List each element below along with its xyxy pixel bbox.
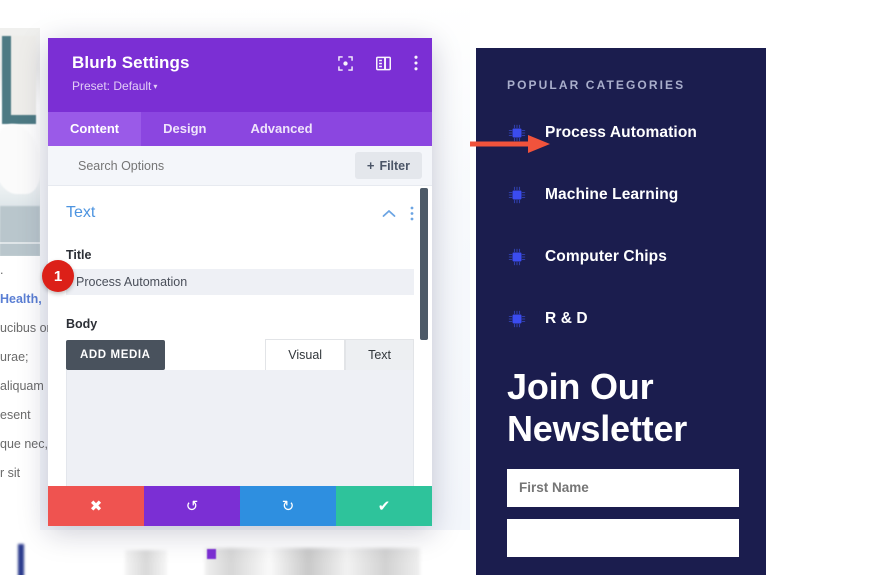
- modal-header: Blurb Settings Preset: Default ▾: [48, 38, 432, 112]
- popular-categories-sidebar: POPULAR CATEGORIES Process Automation Ma…: [476, 48, 766, 575]
- sidebar-item-label: Process Automation: [545, 124, 697, 141]
- modal-footer: ✖ ↺ ↻ ✔: [48, 486, 432, 526]
- bg-text-line: esent: [0, 408, 31, 422]
- bg-text-line: r sit: [0, 466, 21, 480]
- first-name-input[interactable]: [507, 468, 739, 507]
- screenshot-root: . Health, ucibus orc urae; aliquam esent…: [0, 0, 880, 575]
- bg-text-line: aliquam: [0, 379, 44, 393]
- editor-tab-text[interactable]: Text: [345, 339, 414, 370]
- filter-button[interactable]: + Filter: [354, 152, 422, 179]
- background-bottom-strip: [0, 530, 470, 575]
- chevron-down-icon: ▾: [153, 82, 158, 91]
- tab-design[interactable]: Design: [141, 112, 228, 146]
- modal-scrollbar-track[interactable]: [414, 188, 428, 486]
- photo-bed-shape: [0, 206, 40, 256]
- plus-icon: +: [366, 158, 375, 173]
- focus-icon[interactable]: [338, 55, 353, 76]
- save-button[interactable]: ✔: [336, 486, 432, 526]
- section-title: Text: [66, 204, 96, 221]
- body-toolbar: ADD MEDIA Visual Text: [66, 339, 414, 370]
- email-input[interactable]: [507, 518, 739, 557]
- search-bar: + Filter: [48, 146, 432, 186]
- background-interior-photo: [0, 28, 40, 256]
- editor-tab-visual[interactable]: Visual: [265, 339, 346, 370]
- sidebar-heading: POPULAR CATEGORIES: [507, 78, 686, 92]
- annotation-arrow: [470, 133, 555, 160]
- cancel-button[interactable]: ✖: [48, 486, 144, 526]
- body-field-label: Body: [66, 317, 98, 331]
- modal-scrollbar-thumb[interactable]: [420, 188, 428, 340]
- filter-button-label: Filter: [379, 158, 410, 173]
- bg-bottom-chip: [207, 549, 216, 559]
- bg-text-line: que nec,: [0, 437, 48, 451]
- microchip-icon: [507, 309, 527, 329]
- background-text-column: . Health, ucibus orc urae; aliquam esent…: [0, 256, 52, 481]
- redo-button[interactable]: ↻: [240, 486, 336, 526]
- tab-advanced[interactable]: Advanced: [228, 112, 334, 146]
- photo-frame-shape: [2, 36, 36, 124]
- title-field-label: Title: [66, 248, 92, 262]
- modal-body: Text Title Process Automation Body ADD M…: [48, 186, 432, 486]
- preset-label: Preset: Default: [72, 79, 152, 93]
- more-options-icon[interactable]: [414, 55, 418, 76]
- modal-tabs: Content Design Advanced: [48, 112, 432, 146]
- sidebar-item-computer-chips[interactable]: Computer Chips: [476, 242, 766, 272]
- microchip-icon: [507, 247, 527, 267]
- bg-text-line-link: Health,: [0, 292, 42, 306]
- bg-text-line: ucibus orc: [0, 321, 52, 335]
- blurb-settings-modal: Blurb Settings Preset: Default ▾ Content…: [48, 38, 432, 526]
- modal-header-icons: [338, 55, 418, 76]
- newsletter-title-line2: Newsletter: [507, 408, 688, 450]
- search-input[interactable]: [48, 158, 355, 173]
- preset-selector[interactable]: Preset: Default ▾: [72, 79, 416, 93]
- sidebar-item-label: Computer Chips: [545, 248, 667, 265]
- options-scroll-area: Text Title Process Automation Body ADD M…: [48, 186, 432, 486]
- bg-text-line: urae;: [0, 350, 29, 364]
- editor-mode-tabs: Visual Text: [265, 339, 414, 370]
- body-textarea[interactable]: [66, 370, 414, 486]
- text-section-header: Text: [66, 186, 414, 226]
- microchip-icon: [507, 185, 527, 205]
- bg-bottom-thumb-b: [205, 548, 420, 575]
- tab-content[interactable]: Content: [48, 112, 142, 146]
- sidebar-item-machine-learning[interactable]: Machine Learning: [476, 180, 766, 210]
- bg-bottom-thumb-a: [125, 550, 167, 575]
- section-tools: [382, 206, 414, 221]
- title-input[interactable]: [66, 269, 414, 295]
- sidebar-item-label: Machine Learning: [545, 186, 679, 203]
- newsletter-title: Join Our Newsletter: [476, 366, 766, 451]
- photo-sheet-line: [0, 242, 40, 244]
- add-media-button[interactable]: ADD MEDIA: [66, 339, 165, 370]
- annotation-step-badge: 1: [42, 260, 74, 292]
- bg-bottom-bar: [18, 544, 24, 575]
- undo-button[interactable]: ↺: [144, 486, 240, 526]
- sidebar-item-r-and-d[interactable]: R & D: [476, 304, 766, 334]
- chevron-up-icon[interactable]: [382, 209, 396, 218]
- newsletter-title-line1: Join Our: [507, 366, 654, 407]
- photo-pillow-shape: [0, 124, 40, 194]
- sidebar-item-label: R & D: [545, 310, 588, 327]
- layout-icon[interactable]: [376, 56, 391, 76]
